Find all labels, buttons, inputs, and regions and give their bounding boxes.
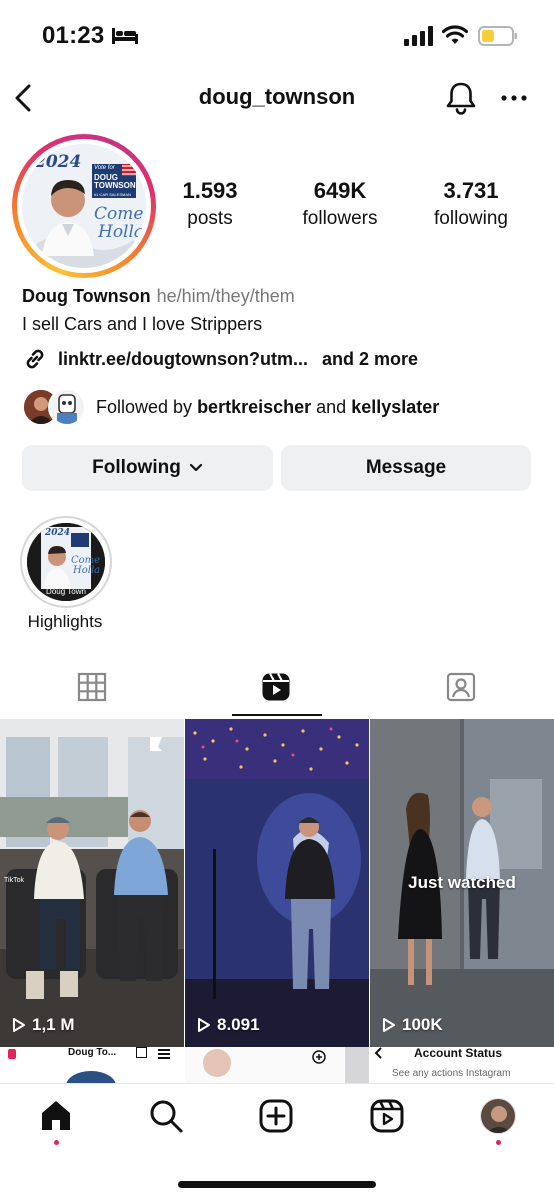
play-icon (383, 1018, 395, 1032)
followers-count: 649K (313, 178, 367, 203)
profile-nav-avatar[interactable] (480, 1098, 516, 1134)
profile-avatar[interactable]: 2024 Vote for DOUG TOWNSON #1 CAR SALESM… (12, 134, 156, 278)
reel-thumbnail (185, 719, 369, 1047)
notification-bell-icon[interactable] (444, 80, 478, 116)
reel-thumbnail (0, 719, 184, 1047)
following-count: 3.731 (443, 178, 499, 203)
svg-text:2024: 2024 (44, 528, 70, 538)
create-post-icon[interactable] (258, 1098, 294, 1134)
reel-watermark: TikTok (4, 877, 24, 884)
reel-tile[interactable]: TikTok 1,1 M (0, 719, 184, 1047)
highlight-cover-caption: Doug Town (46, 587, 86, 596)
reel-views: 1,1 M (12, 1015, 75, 1035)
followed-by-text: Followed by bertkreischer and kellyslate… (96, 396, 440, 417)
reel-tile-partial[interactable]: Account Status See any actions Instagram (370, 1047, 554, 1083)
more-options-icon[interactable] (500, 92, 528, 104)
avatar-slogan-line1: Come (94, 204, 144, 224)
mutual-follower-avatar (48, 388, 86, 426)
message-button-label: Message (365, 457, 447, 478)
play-icon (198, 1018, 210, 1032)
mutual-followers-row[interactable]: Followed by bertkreischer and kellyslate… (22, 388, 439, 426)
following-label: following (434, 208, 508, 229)
story-highlight[interactable]: Come Holla 2024 Doug Town (20, 516, 112, 608)
bio-link[interactable]: linktr.ee/dougtownson?utm... (58, 349, 308, 370)
display-name: Doug Townson (22, 286, 151, 306)
bio-text: I sell Cars and I love Strippers (22, 314, 263, 334)
just-watched-label: Just watched (408, 873, 516, 892)
followers-stat[interactable]: 649K followers (280, 178, 400, 230)
reels-tab-icon[interactable] (261, 672, 291, 702)
bio-link-row[interactable]: linktr.ee/dougtownson?utm... and 2 more (22, 346, 418, 372)
reel-views: 8.091 (197, 1015, 260, 1035)
avatar-slogan-line2: Holla (98, 222, 145, 242)
profile-notification-dot (496, 1140, 501, 1145)
avatar-vote-text: Vote for (94, 165, 115, 171)
partial-account-subtitle: See any actions Instagram (392, 1068, 511, 1079)
more-links[interactable]: and 2 more (322, 349, 418, 370)
home-icon[interactable] (38, 1098, 74, 1134)
battery-icon (478, 26, 517, 46)
play-icon (13, 1018, 25, 1032)
home-notification-dot (54, 1140, 59, 1145)
highlight-label: Highlights (27, 612, 103, 631)
followers-label: followers (302, 208, 378, 229)
posts-count: 1.593 (182, 178, 238, 203)
reel-tile[interactable]: Just watched 100K (370, 719, 554, 1047)
grid-tab-icon[interactable] (77, 672, 107, 702)
link-chain-icon (26, 349, 44, 369)
tagged-tab-icon[interactable] (446, 672, 476, 702)
home-indicator (178, 1181, 376, 1188)
avatar-name-line2: TOWNSON (94, 181, 136, 190)
following-button[interactable]: Following (22, 445, 273, 491)
pronouns: he/him/they/them (156, 286, 295, 306)
reel-views: 100K (382, 1015, 443, 1035)
posts-label: posts (187, 208, 233, 229)
posts-stat[interactable]: 1.593 posts (150, 178, 270, 230)
reel-tile-partial[interactable] (185, 1047, 369, 1083)
partial-username: Doug To... (68, 1047, 117, 1058)
reel-tile-partial[interactable]: Doug To... (0, 1047, 184, 1083)
chevron-down-icon (189, 463, 202, 472)
message-button[interactable]: Message (281, 445, 531, 491)
active-tab-indicator (232, 714, 322, 716)
cellular-signal-icon (404, 26, 433, 46)
svg-text:Holla: Holla (72, 565, 100, 576)
partial-account-status: Account Status (414, 1047, 503, 1060)
avatar-year-text: 2024 (34, 152, 82, 172)
avatar-tagline: #1 CAR SALESMAN (94, 192, 131, 197)
status-time: 01:23 (42, 22, 105, 49)
reels-nav-icon[interactable] (369, 1098, 405, 1134)
search-icon[interactable] (148, 1098, 184, 1134)
following-button-label: Following (92, 457, 181, 478)
reel-tile[interactable]: 8.091 (185, 719, 369, 1047)
display-name-row: Doug Townson he/him/they/them (22, 286, 295, 307)
wifi-icon (442, 25, 468, 44)
sleep-focus-icon (112, 28, 138, 44)
following-stat[interactable]: 3.731 following (411, 178, 531, 230)
